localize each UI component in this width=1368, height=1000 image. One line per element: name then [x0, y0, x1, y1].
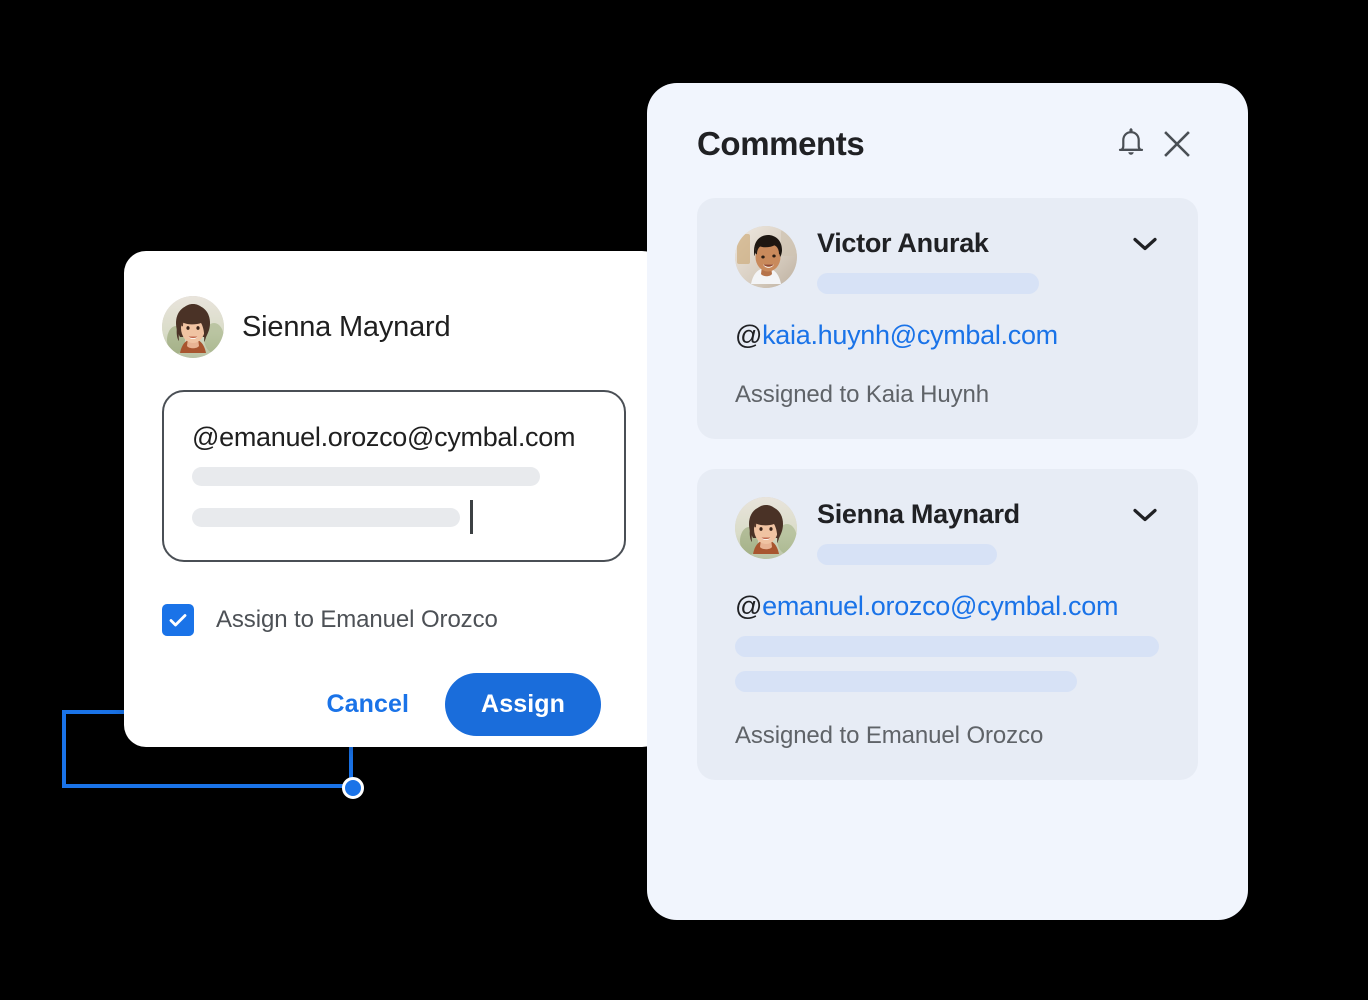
assign-checkbox[interactable] [162, 604, 194, 636]
sienna-maynard-avatar [735, 497, 797, 559]
compose-skeleton-row-1 [192, 467, 596, 486]
check-icon [167, 609, 189, 631]
comment-assigned-label: Assigned to Emanuel Orozco [735, 722, 1160, 750]
chevron-down-icon [1130, 505, 1160, 525]
page-title: Comments [697, 125, 1108, 163]
compose-skeleton-row-2 [192, 500, 596, 534]
skeleton-bar [817, 273, 1039, 294]
skeleton-bar [192, 467, 540, 486]
comment-mention[interactable]: @kaia.huynh@cymbal.com [735, 320, 1160, 351]
compose-mention-text: @emanuel.orozco@cymbal.com [192, 422, 596, 453]
text-caret [470, 500, 473, 534]
skeleton-bar [192, 508, 460, 527]
comment-card[interactable]: Sienna Maynard @emanuel.orozco@cymbal.co… [697, 469, 1198, 780]
victor-anurak-avatar [735, 226, 797, 288]
mention-address[interactable]: kaia.huynh@cymbal.com [762, 320, 1058, 350]
selection-resize-handle[interactable] [342, 777, 364, 799]
comment-author-block: Victor Anurak [817, 226, 1110, 294]
comments-panel-header: Comments [647, 83, 1248, 167]
comment-compose-input[interactable]: @emanuel.orozco@cymbal.com [162, 390, 626, 562]
comment-card[interactable]: Victor Anurak @kaia.huynh@cymbal.com Ass… [697, 198, 1198, 439]
sienna-maynard-avatar [162, 296, 224, 358]
bell-icon [1116, 128, 1146, 160]
skeleton-bar [735, 636, 1159, 657]
dialog-actions: Cancel Assign [124, 673, 664, 736]
assign-button[interactable]: Assign [445, 673, 601, 736]
comment-expand-button[interactable] [1130, 226, 1160, 259]
comment-card-header: Sienna Maynard [735, 497, 1160, 565]
notifications-button[interactable] [1108, 121, 1154, 167]
cancel-button[interactable]: Cancel [310, 680, 425, 729]
chevron-down-icon [1130, 234, 1160, 254]
comment-author-name: Victor Anurak [817, 228, 1110, 259]
dialog-author-name: Sienna Maynard [242, 311, 450, 344]
comment-author-name: Sienna Maynard [817, 499, 1110, 530]
assign-checkbox-label: Assign to Emanuel Orozco [216, 606, 498, 634]
assign-checkbox-row[interactable]: Assign to Emanuel Orozco [162, 604, 664, 636]
close-icon [1162, 129, 1192, 159]
comment-mention[interactable]: @emanuel.orozco@cymbal.com [735, 591, 1160, 622]
mention-address[interactable]: emanuel.orozco@cymbal.com [762, 591, 1118, 621]
comment-author-block: Sienna Maynard [817, 497, 1110, 565]
comment-card-header: Victor Anurak [735, 226, 1160, 294]
comments-list: Victor Anurak @kaia.huynh@cymbal.com Ass… [647, 167, 1248, 780]
comment-expand-button[interactable] [1130, 497, 1160, 530]
dialog-author-header: Sienna Maynard [124, 251, 664, 358]
comment-body-skeleton [735, 636, 1160, 692]
close-button[interactable] [1154, 121, 1200, 167]
skeleton-bar [817, 544, 997, 565]
comments-panel: Comments [647, 83, 1248, 920]
mention-at-symbol: @ [735, 591, 762, 621]
mention-at-symbol: @ [735, 320, 762, 350]
skeleton-bar [735, 671, 1077, 692]
comment-assigned-label: Assigned to Kaia Huynh [735, 381, 1160, 409]
assign-dialog: Sienna Maynard @emanuel.orozco@cymbal.co… [124, 251, 664, 747]
